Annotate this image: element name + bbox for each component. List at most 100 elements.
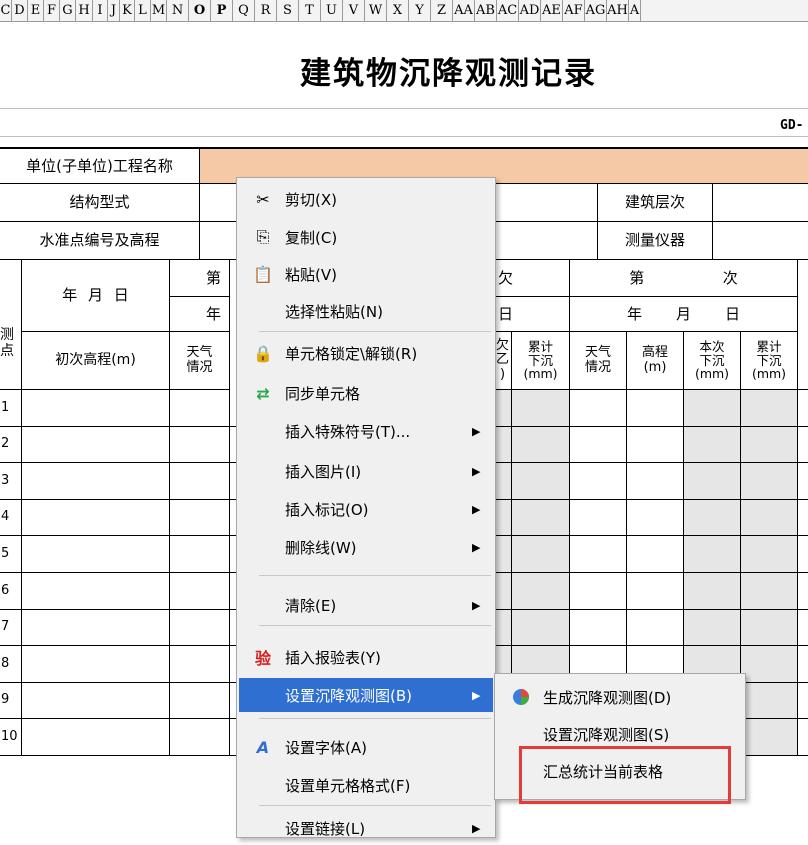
data-cell[interactable] xyxy=(741,573,798,610)
data-cell[interactable] xyxy=(741,463,798,500)
data-cell[interactable] xyxy=(627,426,684,464)
data-cell[interactable] xyxy=(496,573,512,610)
data-cell[interactable] xyxy=(512,426,570,464)
data-cell[interactable] xyxy=(627,536,684,573)
data-cell[interactable] xyxy=(798,683,808,720)
menu-item-paste-special[interactable]: 选择性粘贴(N) xyxy=(239,294,493,328)
data-cell[interactable] xyxy=(512,536,570,573)
data-cell[interactable] xyxy=(627,463,684,500)
data-cell[interactable] xyxy=(496,536,512,573)
data-cell[interactable] xyxy=(570,573,627,610)
data-cell[interactable] xyxy=(627,499,684,537)
data-cell[interactable] xyxy=(627,390,684,427)
data-cell[interactable] xyxy=(684,499,741,537)
menu-label-clear: 清除(E) xyxy=(285,596,337,615)
data-cell[interactable] xyxy=(627,609,684,647)
data-cell[interactable] xyxy=(741,609,798,647)
data-cell[interactable] xyxy=(741,390,798,427)
data-cell[interactable] xyxy=(741,536,798,573)
data-cell[interactable] xyxy=(170,390,230,427)
data-cell[interactable] xyxy=(22,646,170,683)
data-cell[interactable] xyxy=(798,610,808,647)
menu-item-sync-cells[interactable]: ⇄ 同步单元格 xyxy=(239,376,493,410)
data-cell[interactable] xyxy=(170,426,230,464)
data-cell[interactable] xyxy=(798,719,808,756)
data-cell[interactable] xyxy=(684,463,741,500)
data-cell[interactable] xyxy=(512,609,570,647)
floors-cell[interactable] xyxy=(713,184,808,222)
data-cell[interactable] xyxy=(496,499,512,537)
pie-chart-icon xyxy=(509,685,533,709)
data-cell[interactable] xyxy=(798,390,808,427)
data-cell[interactable] xyxy=(512,463,570,500)
data-cell[interactable] xyxy=(798,500,808,537)
data-cell[interactable] xyxy=(512,499,570,537)
data-cell[interactable] xyxy=(741,426,798,464)
data-cell[interactable] xyxy=(496,426,512,464)
menu-item-strikethrough[interactable]: 删除线(W) ▶ xyxy=(239,530,493,564)
data-cell[interactable] xyxy=(22,536,170,573)
data-cell[interactable] xyxy=(627,573,684,610)
data-cell[interactable] xyxy=(170,682,230,720)
data-cell[interactable] xyxy=(570,390,627,427)
data-cell[interactable] xyxy=(22,719,170,756)
menu-item-set-link[interactable]: 设置链接(L) ▶ xyxy=(239,811,493,845)
menu-item-set-font[interactable]: A 设置字体(A) xyxy=(239,730,493,764)
data-cell[interactable] xyxy=(684,573,741,610)
data-cell[interactable] xyxy=(496,463,512,500)
menu-item-insert-symbol[interactable]: 插入特殊符号(T)... ▶ xyxy=(239,414,493,448)
menu-item-cut[interactable]: ✂ 剪切(X) xyxy=(239,182,493,216)
menu-item-copy[interactable]: ⎘ 复制(C) xyxy=(239,220,493,254)
menu-item-insert-image[interactable]: 插入图片(I) ▶ xyxy=(239,454,493,488)
data-cell[interactable] xyxy=(170,573,230,610)
generate-settlement-chart-item[interactable]: 生成沉降观测图(D) xyxy=(497,680,745,714)
row-number: 6 xyxy=(0,573,22,610)
data-cell[interactable] xyxy=(798,536,808,573)
data-cell[interactable] xyxy=(170,719,230,756)
data-cell[interactable] xyxy=(22,463,170,500)
data-cell[interactable] xyxy=(570,499,627,537)
data-cell[interactable] xyxy=(570,463,627,500)
data-cell[interactable] xyxy=(741,646,798,683)
data-cell[interactable] xyxy=(496,609,512,647)
menu-item-clear[interactable]: 清除(E) ▶ xyxy=(239,588,493,622)
data-cell[interactable] xyxy=(512,390,570,427)
menu-item-insert-mark[interactable]: 插入标记(O) ▶ xyxy=(239,492,493,526)
data-cell[interactable] xyxy=(741,682,798,720)
data-cell[interactable] xyxy=(22,499,170,537)
data-cell[interactable] xyxy=(170,463,230,500)
data-cell[interactable] xyxy=(496,390,512,427)
data-cell[interactable] xyxy=(22,390,170,427)
data-cell[interactable] xyxy=(170,646,230,683)
menu-item-insert-inspection-form[interactable]: 验插入报验表(Y) xyxy=(239,640,493,674)
row-number: 4 xyxy=(0,499,22,537)
data-cell[interactable] xyxy=(684,390,741,427)
data-cell[interactable] xyxy=(170,536,230,573)
data-cell[interactable] xyxy=(570,609,627,647)
data-cell[interactable] xyxy=(22,573,170,610)
data-cell[interactable] xyxy=(798,573,808,610)
instrument-cell[interactable] xyxy=(713,222,808,260)
data-cell[interactable] xyxy=(684,426,741,464)
data-cell[interactable] xyxy=(512,573,570,610)
menu-item-set-cell-format[interactable]: 设置单元格格式(F) xyxy=(239,768,493,802)
data-cell[interactable] xyxy=(741,719,798,756)
data-cell[interactable] xyxy=(570,536,627,573)
data-cell[interactable] xyxy=(22,426,170,464)
data-cell[interactable] xyxy=(170,609,230,647)
data-cell[interactable] xyxy=(22,682,170,720)
menu-item-paste[interactable]: 📋 粘贴(V) xyxy=(239,257,493,291)
data-cell[interactable] xyxy=(684,536,741,573)
data-cell[interactable] xyxy=(570,426,627,464)
data-cell[interactable] xyxy=(22,609,170,647)
data-cell[interactable] xyxy=(798,463,808,500)
data-cell[interactable] xyxy=(684,609,741,647)
di-label-1: 第 xyxy=(170,260,230,297)
menu-item-set-settlement-chart[interactable]: 设置沉降观测图(B) ▶ xyxy=(239,678,493,712)
menu-item-cell-lock[interactable]: 🔒 单元格锁定\解锁(R) xyxy=(239,336,493,370)
data-cell[interactable] xyxy=(741,499,798,537)
data-cell[interactable] xyxy=(798,427,808,464)
data-cell[interactable] xyxy=(170,499,230,537)
nian-label-1: 年 xyxy=(170,297,230,332)
data-cell[interactable] xyxy=(798,646,808,683)
